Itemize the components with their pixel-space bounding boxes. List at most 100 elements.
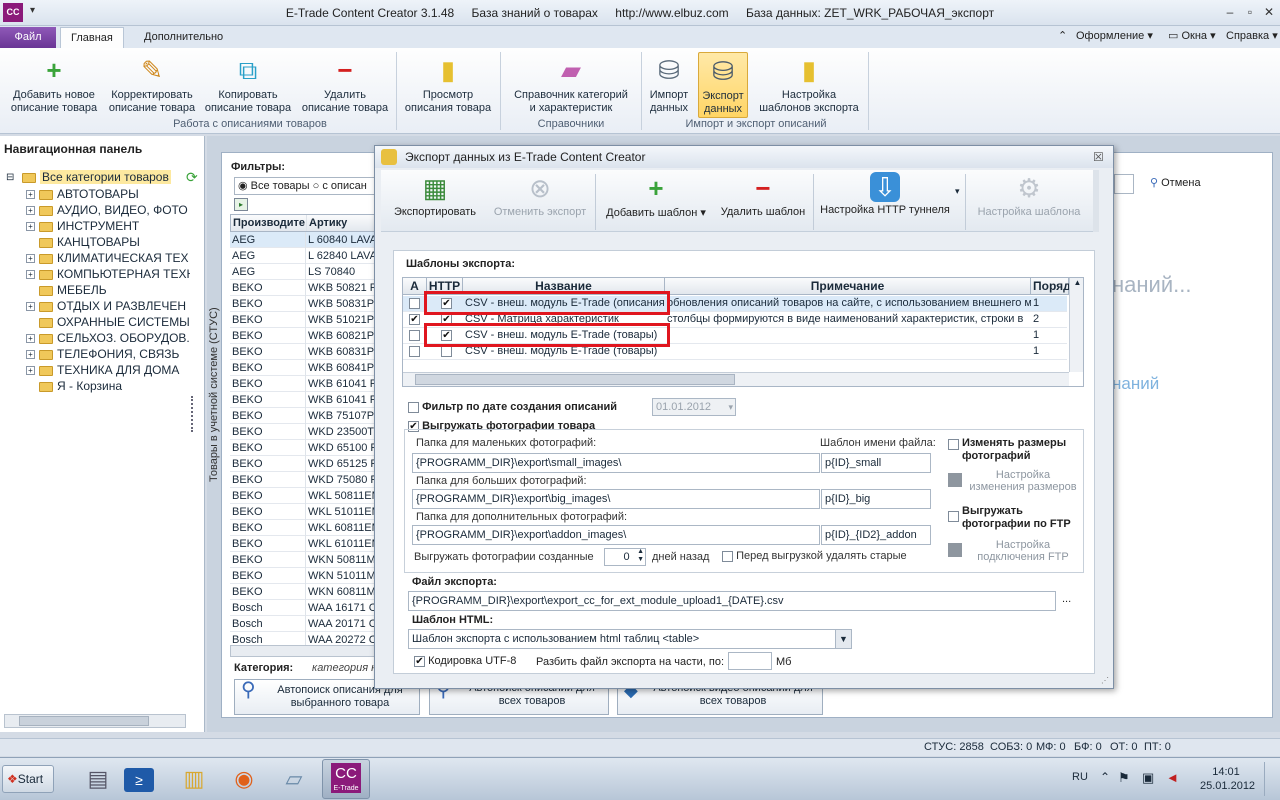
table-row[interactable]: BEKO WKB 60821P [230,328,378,344]
cancel-export-button[interactable]: ⊗ Отменить экспорт [489,172,591,218]
scroll-up-icon[interactable]: ▲ [1070,278,1083,287]
cancel-button[interactable]: ⚲ Отмена [1150,176,1201,189]
col-maker[interactable]: Производите [231,215,307,231]
refresh-icon[interactable]: ⟳ [186,169,198,186]
big-folder-input[interactable]: {PROGRAMM_DIR}\export\big_images\ [412,489,820,509]
addon-template-input[interactable]: p{ID}_{ID2}_addon [821,525,931,545]
utf8-checkbox[interactable]: ✔ Кодировка UTF-8 [414,655,516,667]
table-row[interactable]: BEKO WKB 75107PT [230,408,378,424]
volume-muted-icon[interactable]: ◄ [1166,770,1179,785]
table-row[interactable]: BEKO WKN 50811M [230,552,378,568]
minimize-icon[interactable]: – [1222,4,1238,20]
table-row[interactable]: BEKO WKB 61041 P [230,376,378,392]
tree-item[interactable]: + СЕЛЬХОЗ. ОБОРУДОВ. [2,330,190,346]
checkbox[interactable] [409,297,420,309]
col-note[interactable]: Примечание [665,278,1031,295]
chevron-down-icon[interactable]: ▾ [728,399,733,415]
delete-description-button[interactable]: − Удалить описание товара [296,52,394,115]
small-template-input[interactable]: p{ID}_small [821,453,931,473]
split-size-input[interactable] [728,652,772,670]
import-data-button[interactable]: ⛁ Импорт данных [644,52,694,115]
col-sku[interactable]: Артику [307,215,377,231]
network-icon[interactable]: ▣ [1142,770,1154,786]
date-filter-checkbox[interactable]: Фильтр по дате создания описаний [408,401,617,413]
search-field[interactable] [1114,174,1134,194]
taskbar-explorer-icon[interactable]: ▥ [172,762,216,796]
radio-with[interactable]: ○ [313,180,320,192]
checkbox[interactable] [441,345,452,357]
resize-checkbox[interactable]: Изменять размеры фотографий [948,437,1066,463]
resize-grip-icon[interactable]: ⋰ [1101,676,1109,685]
tree-item[interactable]: ОХРАННЫЕ СИСТЕМЫ [2,314,190,330]
view-description-button[interactable]: ▮ Просмотр описания товара [400,52,496,115]
template-settings-button[interactable]: ⚙ Настройка шаблона [971,172,1087,218]
edit-description-button[interactable]: ✎ Корректировать описание товара [104,52,200,115]
table-row[interactable]: BEKO WKL 60811EM [230,520,378,536]
expand-icon[interactable]: + [26,270,35,280]
templates-hscrollbar[interactable] [403,372,1069,386]
expand-icon[interactable]: + [26,254,35,264]
taskbar-server-icon[interactable]: ▤ [76,762,120,796]
export-data-button[interactable]: ⛁ Экспорт данных [698,52,748,118]
checkbox[interactable]: ✔ [409,313,420,325]
table-row[interactable]: BEKO WKB 61041 P [230,392,378,408]
grid-menu-icon[interactable]: ▸ [234,198,248,211]
tree-item[interactable]: КАНЦТОВАРЫ [2,234,190,250]
expand-icon[interactable]: + [26,206,35,216]
table-row[interactable]: AEG LS 70840 [230,264,378,280]
ftp-settings-button[interactable]: Настройка подключения FTP [968,539,1078,563]
table-row[interactable]: BEKO WKL 51011EM [230,504,378,520]
checkbox[interactable] [409,329,420,341]
table-row[interactable]: BEKO WKB 51021PT [230,312,378,328]
tab-main[interactable]: Главная [60,27,124,48]
tree-item[interactable]: + АУДИО, ВИДЕО, ФОТО [2,202,190,218]
table-row[interactable]: AEG L 60840 LAVA [230,232,378,248]
checkbox[interactable] [948,439,959,450]
maximize-icon[interactable]: ▫ [1242,4,1258,20]
export-run-button[interactable]: ▦ Экспортировать [387,172,483,218]
scroll-thumb[interactable] [19,716,149,726]
grid-hscrollbar[interactable] [230,645,378,657]
expand-icon[interactable]: + [26,302,35,312]
table-row[interactable]: BEKO WKN 60811M [230,584,378,600]
scroll-thumb[interactable] [415,374,735,385]
flag-icon[interactable]: ⚑ [1118,770,1130,786]
tree-item[interactable]: + КЛИМАТИЧЕСКАЯ ТЕХ [2,250,190,266]
delete-template-button[interactable]: − Удалить шаблон [717,172,809,218]
expand-icon[interactable]: + [26,366,35,376]
taskbar-etrade-button[interactable]: CC E-Trade [322,759,370,799]
copy-description-button[interactable]: ⧉ Копировать описание товара [202,52,294,115]
add-description-button[interactable]: + Добавить новое описание товара [6,52,102,115]
col-order[interactable]: Поряд [1031,278,1071,295]
table-row[interactable]: BEKO WKD 23500T [230,424,378,440]
tree-item[interactable]: + АВТОТОВАРЫ [2,186,190,202]
nav-hscrollbar[interactable] [4,714,186,728]
chevron-down-icon[interactable]: ▼ [835,630,851,648]
menu-window[interactable]: ▭ Окна ▾ [1168,29,1216,42]
tray-expand-icon[interactable]: ⌃ [1100,770,1110,784]
nav-root[interactable]: Все категории товаров [22,170,171,184]
ftp-checkbox[interactable]: Выгружать фотографии по FTP [948,505,1071,531]
resize-settings-button[interactable]: Настройка изменения размеров [968,469,1078,493]
table-row[interactable]: BEKO WKB 60841PT [230,360,378,376]
dialog-titlebar[interactable]: Экспорт данных из E-Trade Content Creato… [375,146,1113,168]
expand-icon[interactable]: + [26,334,35,344]
small-folder-input[interactable]: {PROGRAMM_DIR}\export\small_images\ [412,453,820,473]
table-row[interactable]: Bosch WAA 16171 C [230,600,378,616]
big-template-input[interactable]: p{ID}_big [821,489,931,509]
delete-old-checkbox[interactable]: Перед выгрузкой удалять старые [722,550,907,562]
splitter-grip[interactable] [191,396,197,432]
date-picker[interactable]: 01.01.2012 ▾ [652,398,736,416]
tree-item[interactable]: МЕБЕЛЬ [2,282,190,298]
collapse-ribbon-icon[interactable]: ⌃ [1058,29,1067,42]
add-template-button[interactable]: + Добавить шаблон ▾ [601,172,711,219]
show-desktop-button[interactable] [1264,762,1278,796]
tree-item[interactable]: + КОМПЬЮТЕРНАЯ ТЕХН [2,266,190,282]
tab-extra[interactable]: Дополнительно [134,27,233,48]
catalog-button[interactable]: ▰ Справочник категорий и характеристик [504,52,638,115]
tree-item[interactable]: + ТЕЛЕФОНИЯ, СВЯЗЬ [2,346,190,362]
export-file-input[interactable]: {PROGRAMM_DIR}\export\export_cc_for_ext_… [408,591,1056,611]
table-row[interactable]: BEKO WKN 51011M [230,568,378,584]
tree-item[interactable]: + ТЕХНИКА ДЛЯ ДОМА [2,362,190,378]
http-dropdown-icon[interactable]: ▾ [955,186,960,197]
